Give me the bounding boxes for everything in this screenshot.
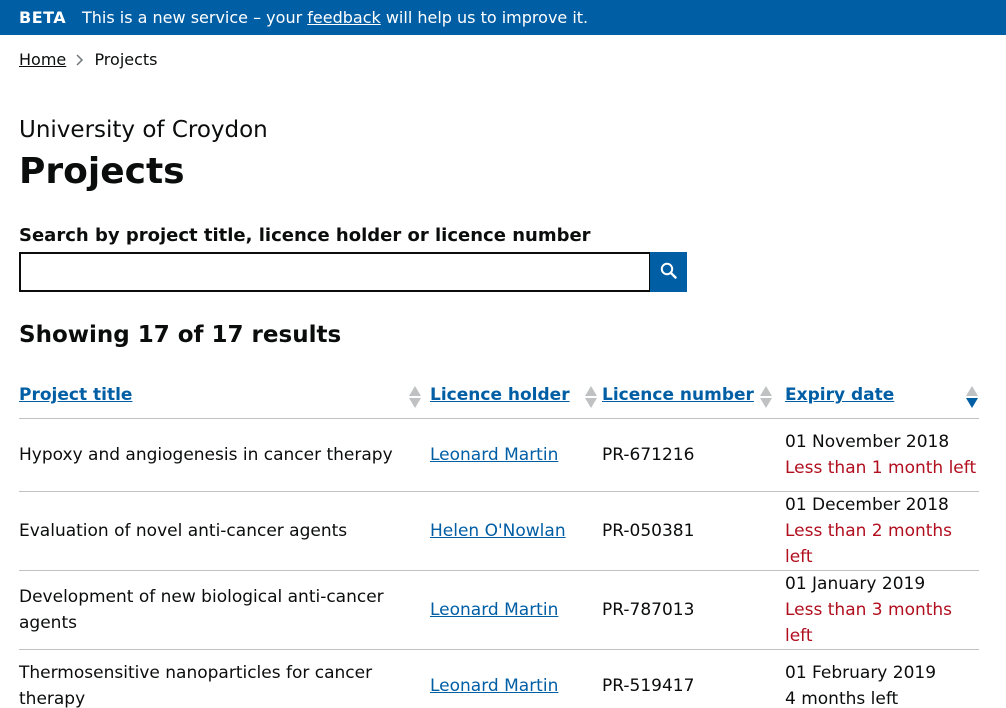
sort-arrows-icon[interactable] bbox=[759, 385, 773, 409]
project-title-cell: Development of new biological anti-cance… bbox=[19, 570, 430, 650]
expiry-remaining-warning: Less than 3 months left bbox=[785, 599, 953, 646]
search-button[interactable] bbox=[650, 252, 687, 292]
sort-by-number-link[interactable]: Licence number bbox=[602, 385, 754, 405]
table-row: Hypoxy and angiogenesis in cancer therap… bbox=[19, 418, 979, 492]
chevron-right-icon bbox=[71, 50, 89, 69]
licence-holder-link[interactable]: Leonard Martin bbox=[430, 676, 558, 696]
table-row: Evaluation of novel anti-cancer agents H… bbox=[19, 491, 979, 571]
sort-arrows-icon[interactable] bbox=[584, 385, 598, 409]
results-count: Showing 17 of 17 results bbox=[19, 322, 342, 348]
licence-number-cell: PR-671216 bbox=[602, 418, 785, 492]
table-header-row: Project title Licence holder Licence num… bbox=[19, 373, 979, 419]
column-header-holder: Licence holder bbox=[430, 373, 602, 419]
sort-by-title-link[interactable]: Project title bbox=[19, 385, 132, 405]
licence-holder-cell: Leonard Martin bbox=[430, 418, 602, 492]
banner-message: This is a new service – your feedback wi… bbox=[82, 8, 588, 27]
licence-holder-link[interactable]: Helen O'Nowlan bbox=[430, 521, 566, 541]
project-title-cell: Evaluation of novel anti-cancer agents bbox=[19, 491, 430, 571]
licence-number-cell: PR-050381 bbox=[602, 491, 785, 571]
phase-banner: BETA This is a new service – your feedba… bbox=[0, 0, 1006, 35]
project-title-cell: Thermosensitive nanoparticles for cancer… bbox=[19, 662, 373, 708]
column-header-expiry: Expiry date bbox=[785, 373, 979, 419]
expiry-remaining-warning: Less than 1 month left bbox=[785, 457, 977, 478]
projects-table: Project title Licence holder Licence num… bbox=[19, 373, 979, 708]
expiry-date: 01 February 2019 bbox=[785, 662, 937, 683]
expiry-cell: 01 November 2018 Less than 1 month left bbox=[785, 418, 979, 492]
expiry-date: 01 December 2018 bbox=[785, 494, 949, 515]
table-row: Thermosensitive nanoparticles for cancer… bbox=[19, 649, 979, 708]
expiry-date: 01 January 2019 bbox=[785, 573, 926, 594]
breadcrumb-home-link[interactable]: Home bbox=[19, 50, 66, 69]
breadcrumb-current: Projects bbox=[94, 50, 158, 69]
expiry-cell: 01 December 2018 Less than 2 months left bbox=[785, 491, 979, 571]
search-icon bbox=[660, 262, 677, 282]
sort-descending-icon[interactable] bbox=[965, 385, 979, 409]
licence-holder-cell: Leonard Martin bbox=[430, 570, 602, 650]
breadcrumb: Home Projects bbox=[19, 50, 158, 69]
licence-holder-cell: Leonard Martin bbox=[430, 649, 602, 708]
project-title-cell: Hypoxy and angiogenesis in cancer therap… bbox=[19, 418, 430, 492]
licence-holder-link[interactable]: Leonard Martin bbox=[430, 600, 558, 620]
expiry-cell: 01 January 2019 Less than 3 months left bbox=[785, 570, 979, 650]
expiry-cell: 01 February 2019 4 months left bbox=[785, 649, 979, 708]
banner-text-before: This is a new service – your bbox=[82, 8, 303, 27]
expiry-remaining-warning: Less than 2 months left bbox=[785, 520, 953, 567]
licence-number-cell: PR-787013 bbox=[602, 570, 785, 650]
expiry-remaining: 4 months left bbox=[785, 688, 899, 708]
page-title: Projects bbox=[19, 151, 185, 192]
feedback-link[interactable]: feedback bbox=[307, 8, 381, 27]
search-label: Search by project title, licence holder … bbox=[19, 225, 591, 246]
table-row: Development of new biological anti-cance… bbox=[19, 570, 979, 650]
column-header-number: Licence number bbox=[602, 373, 785, 419]
search-input[interactable] bbox=[19, 252, 651, 292]
sort-arrows-icon[interactable] bbox=[408, 385, 422, 409]
beta-tag: BETA bbox=[19, 8, 67, 27]
licence-holder-link[interactable]: Leonard Martin bbox=[430, 445, 558, 465]
column-header-title: Project title bbox=[19, 373, 430, 419]
licence-number-cell: PR-519417 bbox=[602, 675, 695, 696]
sort-by-expiry-link[interactable]: Expiry date bbox=[785, 385, 894, 405]
sort-by-holder-link[interactable]: Licence holder bbox=[430, 385, 570, 405]
banner-text-after: will help us to improve it. bbox=[385, 8, 589, 27]
establishment-name: University of Croydon bbox=[19, 117, 268, 143]
licence-holder-cell: Helen O'Nowlan bbox=[430, 491, 602, 571]
expiry-date: 01 November 2018 bbox=[785, 431, 950, 452]
